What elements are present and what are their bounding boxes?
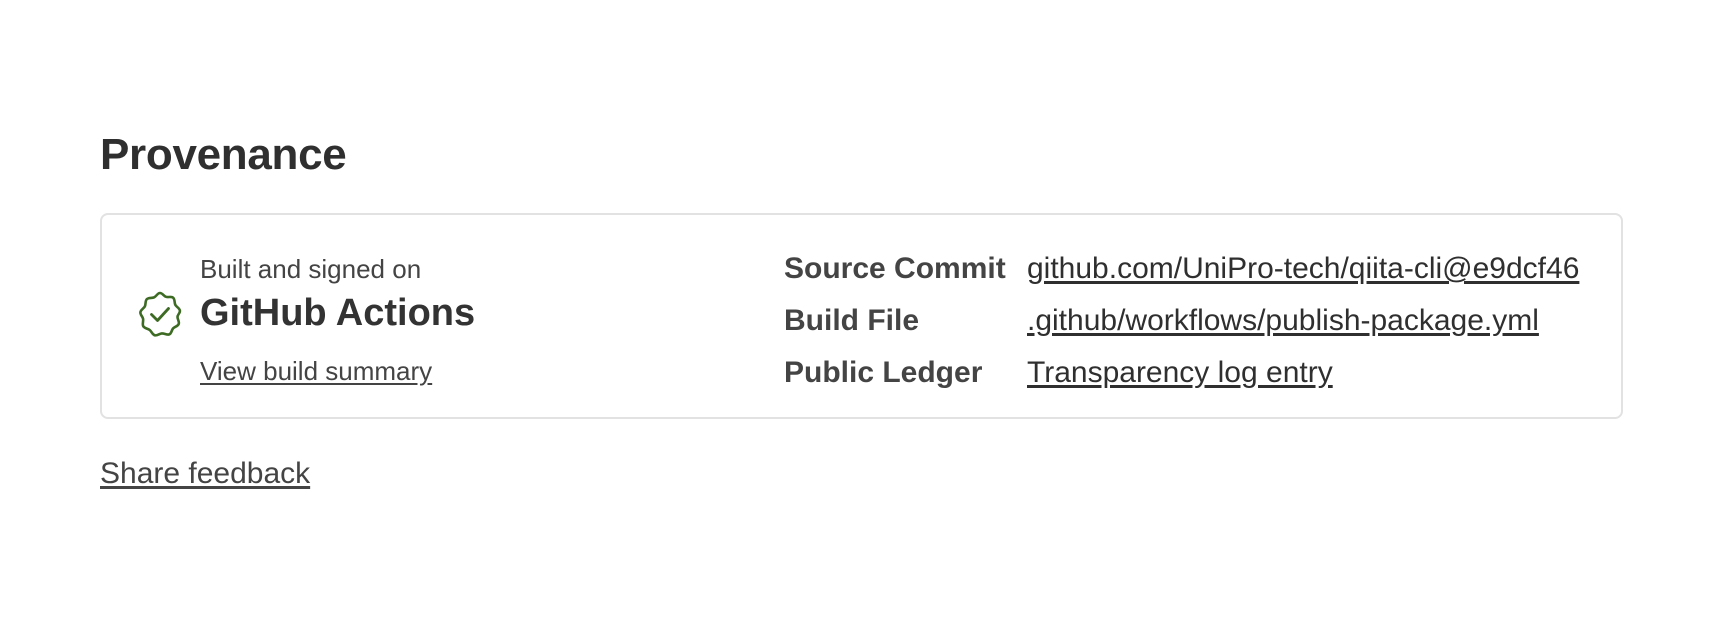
source-commit-label: Source Commit bbox=[784, 252, 1006, 285]
provenance-card: Built and signed on GitHub Actions View … bbox=[100, 213, 1623, 419]
section-title: Provenance bbox=[100, 130, 347, 179]
provenance-page: Provenance Built and signed on GitHub Ac… bbox=[0, 0, 1720, 628]
public-ledger-label: Public Ledger bbox=[784, 356, 983, 389]
build-platform-name: GitHub Actions bbox=[200, 292, 476, 334]
share-feedback-link[interactable]: Share feedback bbox=[100, 454, 310, 494]
built-on-label: Built and signed on bbox=[200, 254, 422, 284]
build-file-link[interactable]: .github/workflows/publish-package.yml bbox=[1027, 301, 1539, 341]
build-file-label: Build File bbox=[784, 304, 919, 337]
verified-check-icon bbox=[136, 290, 184, 338]
source-commit-link[interactable]: github.com/UniPro-tech/qiita-cli@e9dcf46 bbox=[1027, 249, 1579, 289]
transparency-log-link[interactable]: Transparency log entry bbox=[1027, 353, 1333, 393]
view-build-summary-link[interactable]: View build summary bbox=[200, 354, 432, 388]
